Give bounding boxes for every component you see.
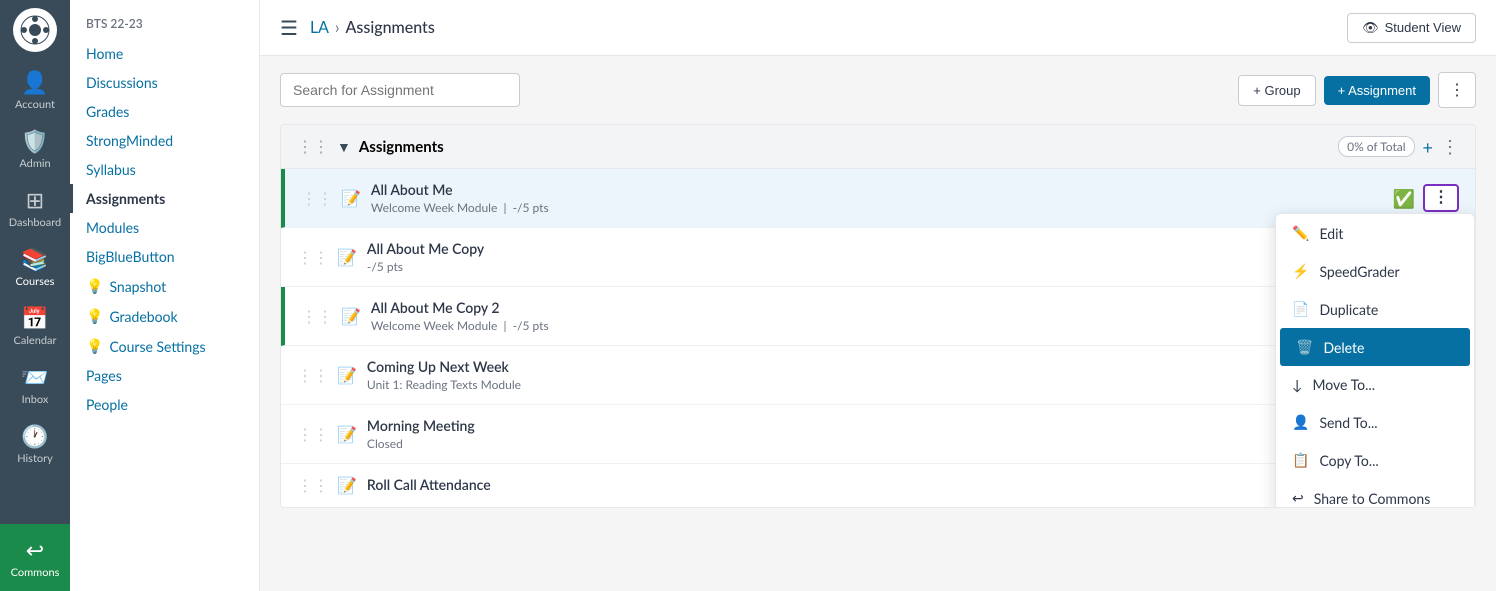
history-icon: 🕐: [21, 422, 48, 450]
student-view-icon: 👁: [1362, 20, 1379, 36]
sidebar-item-grades[interactable]: Grades: [70, 97, 259, 126]
sidebar-item-discussions[interactable]: Discussions: [70, 68, 259, 97]
nav-calendar[interactable]: 📅 Calendar: [0, 296, 70, 355]
group-toggle[interactable]: ▼: [337, 138, 351, 155]
courses-icon: 📚: [21, 245, 48, 273]
breadcrumb-link-la[interactable]: LA: [310, 18, 329, 37]
add-assignment-button[interactable]: + Assignment: [1324, 76, 1430, 105]
row-drag-handle[interactable]: ⋮⋮: [301, 189, 333, 208]
speedgrader-icon: ⚡: [1292, 262, 1309, 280]
bulb-icon-3: 💡: [86, 337, 103, 355]
course-label: BTS 22-23: [70, 16, 259, 39]
sidebar-item-bigbluebutton[interactable]: BigBlueButton: [70, 242, 259, 271]
sidebar: BTS 22-23 Home Discussions Grades Strong…: [70, 0, 260, 591]
assignment-icon: 📝: [337, 248, 357, 267]
group-drag-handle[interactable]: ⋮⋮: [297, 137, 329, 156]
sidebar-item-gradebook[interactable]: 💡 Gradebook: [70, 301, 259, 331]
move-to-icon: ↓: [1292, 376, 1303, 393]
left-navigation: 👤 Account 🛡️ Admin ⊞ Dashboard 📚 Courses…: [0, 0, 70, 591]
search-input[interactable]: [280, 73, 520, 107]
row-info: All About Me Welcome Week Module | -/5 p…: [371, 181, 1393, 215]
group-percent: 0% of Total: [1338, 136, 1414, 157]
delete-icon: 🗑️: [1296, 338, 1313, 356]
copy-to-icon: 📋: [1292, 451, 1309, 469]
sidebar-item-home[interactable]: Home: [70, 39, 259, 68]
dropdown-duplicate[interactable]: 📄 Duplicate: [1276, 290, 1474, 328]
group-header: ⋮⋮ ▼ Assignments 0% of Total + ⋮: [281, 125, 1475, 169]
nav-dashboard[interactable]: ⊞ Dashboard: [0, 178, 70, 237]
group-more-button[interactable]: ⋮: [1441, 135, 1459, 158]
sidebar-item-people[interactable]: People: [70, 390, 259, 419]
sidebar-item-syllabus[interactable]: Syllabus: [70, 155, 259, 184]
nav-inbox[interactable]: 📨 Inbox: [0, 355, 70, 414]
add-group-button[interactable]: + Group: [1238, 75, 1315, 106]
assignments-toolbar: + Group + Assignment ⋮: [280, 72, 1476, 108]
toolbar-more-button[interactable]: ⋮: [1438, 72, 1476, 108]
assignment-icon: 📝: [337, 425, 357, 444]
row-title[interactable]: All About Me: [371, 181, 1393, 198]
sidebar-item-snapshot[interactable]: 💡 Snapshot: [70, 271, 259, 301]
assignment-icon: 📝: [341, 307, 361, 326]
share-to-commons-icon: ↩: [1292, 489, 1304, 507]
sidebar-item-course-settings[interactable]: 💡 Course Settings: [70, 331, 259, 361]
sidebar-item-modules[interactable]: Modules: [70, 213, 259, 242]
assignment-icon: 📝: [337, 476, 357, 495]
nav-commons[interactable]: ↩ Commons: [0, 524, 70, 591]
sidebar-item-assignments[interactable]: Assignments: [70, 184, 259, 213]
app-logo[interactable]: [13, 8, 57, 52]
sidebar-item-strongminded[interactable]: StrongMinded: [70, 126, 259, 155]
nav-courses[interactable]: 📚 Courses: [0, 237, 70, 296]
admin-icon: 🛡️: [21, 127, 48, 155]
duplicate-icon: 📄: [1292, 300, 1309, 318]
row-subtitle: Welcome Week Module | -/5 pts: [371, 200, 1393, 215]
row-drag-handle[interactable]: ⋮⋮: [297, 476, 329, 495]
bulb-icon-2: 💡: [86, 307, 103, 325]
content-area: + Group + Assignment ⋮ ⋮⋮ ▼ Assignments …: [260, 56, 1496, 591]
nav-history[interactable]: 🕐 History: [0, 414, 70, 473]
edit-icon: ✏️: [1292, 224, 1309, 242]
bulb-icon: 💡: [86, 277, 103, 295]
published-check-icon: ✅: [1393, 187, 1415, 210]
inbox-icon: 📨: [21, 363, 48, 391]
top-header: ☰ LA › Assignments 👁 Student View: [260, 0, 1496, 56]
commons-icon: ↩: [26, 536, 44, 564]
row-drag-handle[interactable]: ⋮⋮: [297, 248, 329, 267]
assignment-icon: 📝: [341, 189, 361, 208]
account-icon: 👤: [21, 68, 48, 96]
calendar-icon: 📅: [21, 304, 48, 332]
header-left: ☰ LA › Assignments: [280, 16, 435, 40]
dropdown-menu: ✏️ Edit ⚡ SpeedGrader 📄 Duplicate 🗑️ Del…: [1275, 213, 1475, 508]
hamburger-icon[interactable]: ☰: [280, 16, 298, 40]
toolbar-right: + Group + Assignment ⋮: [1238, 72, 1476, 108]
dropdown-delete[interactable]: 🗑️ Delete: [1280, 328, 1470, 366]
group-title: Assignments: [359, 138, 1330, 156]
breadcrumb-current: Assignments: [346, 18, 435, 37]
breadcrumb: LA › Assignments: [310, 18, 435, 37]
sidebar-item-pages[interactable]: Pages: [70, 361, 259, 390]
main-content: ☰ LA › Assignments 👁 Student View + Grou…: [260, 0, 1496, 591]
assignment-group: ⋮⋮ ▼ Assignments 0% of Total + ⋮ ⋮⋮ 📝 Al…: [280, 124, 1476, 508]
nav-account[interactable]: 👤 Account: [0, 60, 70, 119]
row-more-button[interactable]: ⋮: [1423, 184, 1459, 212]
dropdown-copy-to[interactable]: 📋 Copy To...: [1276, 441, 1474, 479]
student-view-button[interactable]: 👁 Student View: [1347, 13, 1476, 43]
dropdown-share-to-commons[interactable]: ↩ Share to Commons: [1276, 479, 1474, 508]
row-drag-handle[interactable]: ⋮⋮: [301, 307, 333, 326]
group-add-button[interactable]: +: [1423, 136, 1433, 158]
dropdown-edit[interactable]: ✏️ Edit: [1276, 214, 1474, 252]
dropdown-move-to[interactable]: ↓ Move To...: [1276, 366, 1474, 403]
dropdown-send-to[interactable]: 👤 Send To...: [1276, 403, 1474, 441]
dashboard-icon: ⊞: [26, 186, 44, 214]
breadcrumb-separator: ›: [335, 18, 340, 37]
row-drag-handle[interactable]: ⋮⋮: [297, 425, 329, 444]
send-to-icon: 👤: [1292, 413, 1309, 431]
row-actions: ✅ ⋮: [1393, 184, 1459, 212]
row-drag-handle[interactable]: ⋮⋮: [297, 366, 329, 385]
table-row: ⋮⋮ 📝 All About Me Welcome Week Module | …: [281, 169, 1475, 228]
assignment-icon: 📝: [337, 366, 357, 385]
nav-admin[interactable]: 🛡️ Admin: [0, 119, 70, 178]
dropdown-speedgrader[interactable]: ⚡ SpeedGrader: [1276, 252, 1474, 290]
